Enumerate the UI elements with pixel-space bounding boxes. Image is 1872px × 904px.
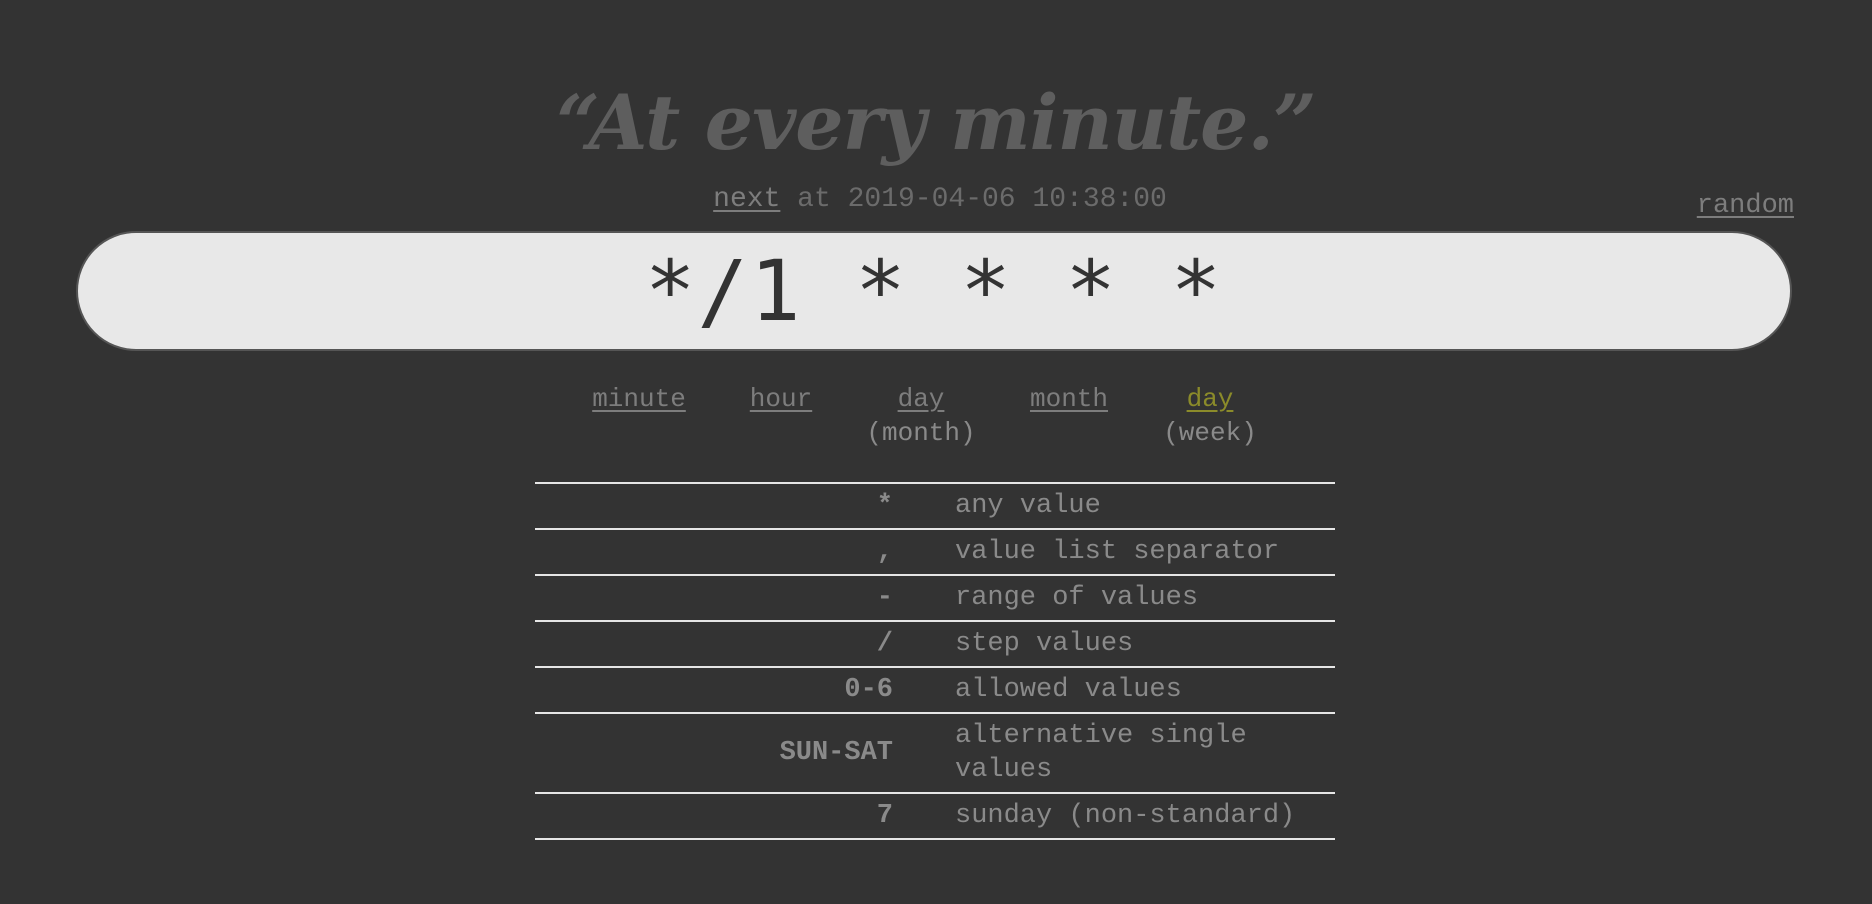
syntax-symbol: 7 xyxy=(535,792,893,840)
unit-hour[interactable]: hour xyxy=(750,382,812,416)
cron-input-container xyxy=(76,231,1792,351)
unit-month-link[interactable]: month xyxy=(1030,384,1108,414)
syntax-symbol: , xyxy=(535,528,893,576)
table-row: * any value xyxy=(535,482,1335,530)
syntax-meaning: alternative single values xyxy=(955,712,1335,794)
table-row: 7 sunday (non-standard) xyxy=(535,792,1335,840)
table-row: SUN-SAT alternative single values xyxy=(535,712,1335,794)
next-run-line: next at 2019-04-06 10:38:00 xyxy=(0,182,1872,218)
cron-field-units: minute hour day (month) month day (week) xyxy=(0,382,1872,452)
unit-hour-link[interactable]: hour xyxy=(750,384,812,414)
unit-day-month-link[interactable]: day xyxy=(898,384,945,414)
syntax-symbol: 0-6 xyxy=(535,666,893,714)
syntax-meaning: allowed values xyxy=(955,666,1335,714)
random-link[interactable]: random xyxy=(1697,188,1794,224)
table-row: , value list separator xyxy=(535,528,1335,576)
syntax-meaning: value list separator xyxy=(955,528,1335,576)
cron-description: “At every minute.” xyxy=(556,78,1316,167)
syntax-symbol: * xyxy=(535,482,893,530)
syntax-meaning: range of values xyxy=(955,574,1335,622)
syntax-meaning: step values xyxy=(955,620,1335,668)
syntax-symbol: / xyxy=(535,620,893,668)
syntax-meaning: any value xyxy=(955,482,1335,530)
syntax-symbol: SUN-SAT xyxy=(535,712,893,794)
table-row: 0-6 allowed values xyxy=(535,666,1335,714)
table-row: / step values xyxy=(535,620,1335,668)
next-link[interactable]: next xyxy=(713,184,780,215)
cron-expression-input[interactable] xyxy=(78,233,1790,349)
unit-day-week[interactable]: day (week) xyxy=(1163,382,1257,450)
syntax-meaning: sunday (non-standard) xyxy=(955,792,1335,840)
unit-month[interactable]: month xyxy=(1030,382,1108,416)
unit-day-month-sub: (month) xyxy=(866,418,976,448)
syntax-reference-table: * any value , value list separator - ran… xyxy=(535,482,1335,840)
table-row: - range of values xyxy=(535,574,1335,622)
unit-day-week-sub: (week) xyxy=(1163,418,1257,448)
syntax-symbol: - xyxy=(535,574,893,622)
unit-day-week-link[interactable]: day xyxy=(1187,384,1234,414)
next-run-time: at 2019-04-06 10:38:00 xyxy=(780,184,1167,215)
unit-minute[interactable]: minute xyxy=(592,382,686,416)
unit-minute-link[interactable]: minute xyxy=(592,384,686,414)
unit-day-month[interactable]: day (month) xyxy=(866,382,975,450)
